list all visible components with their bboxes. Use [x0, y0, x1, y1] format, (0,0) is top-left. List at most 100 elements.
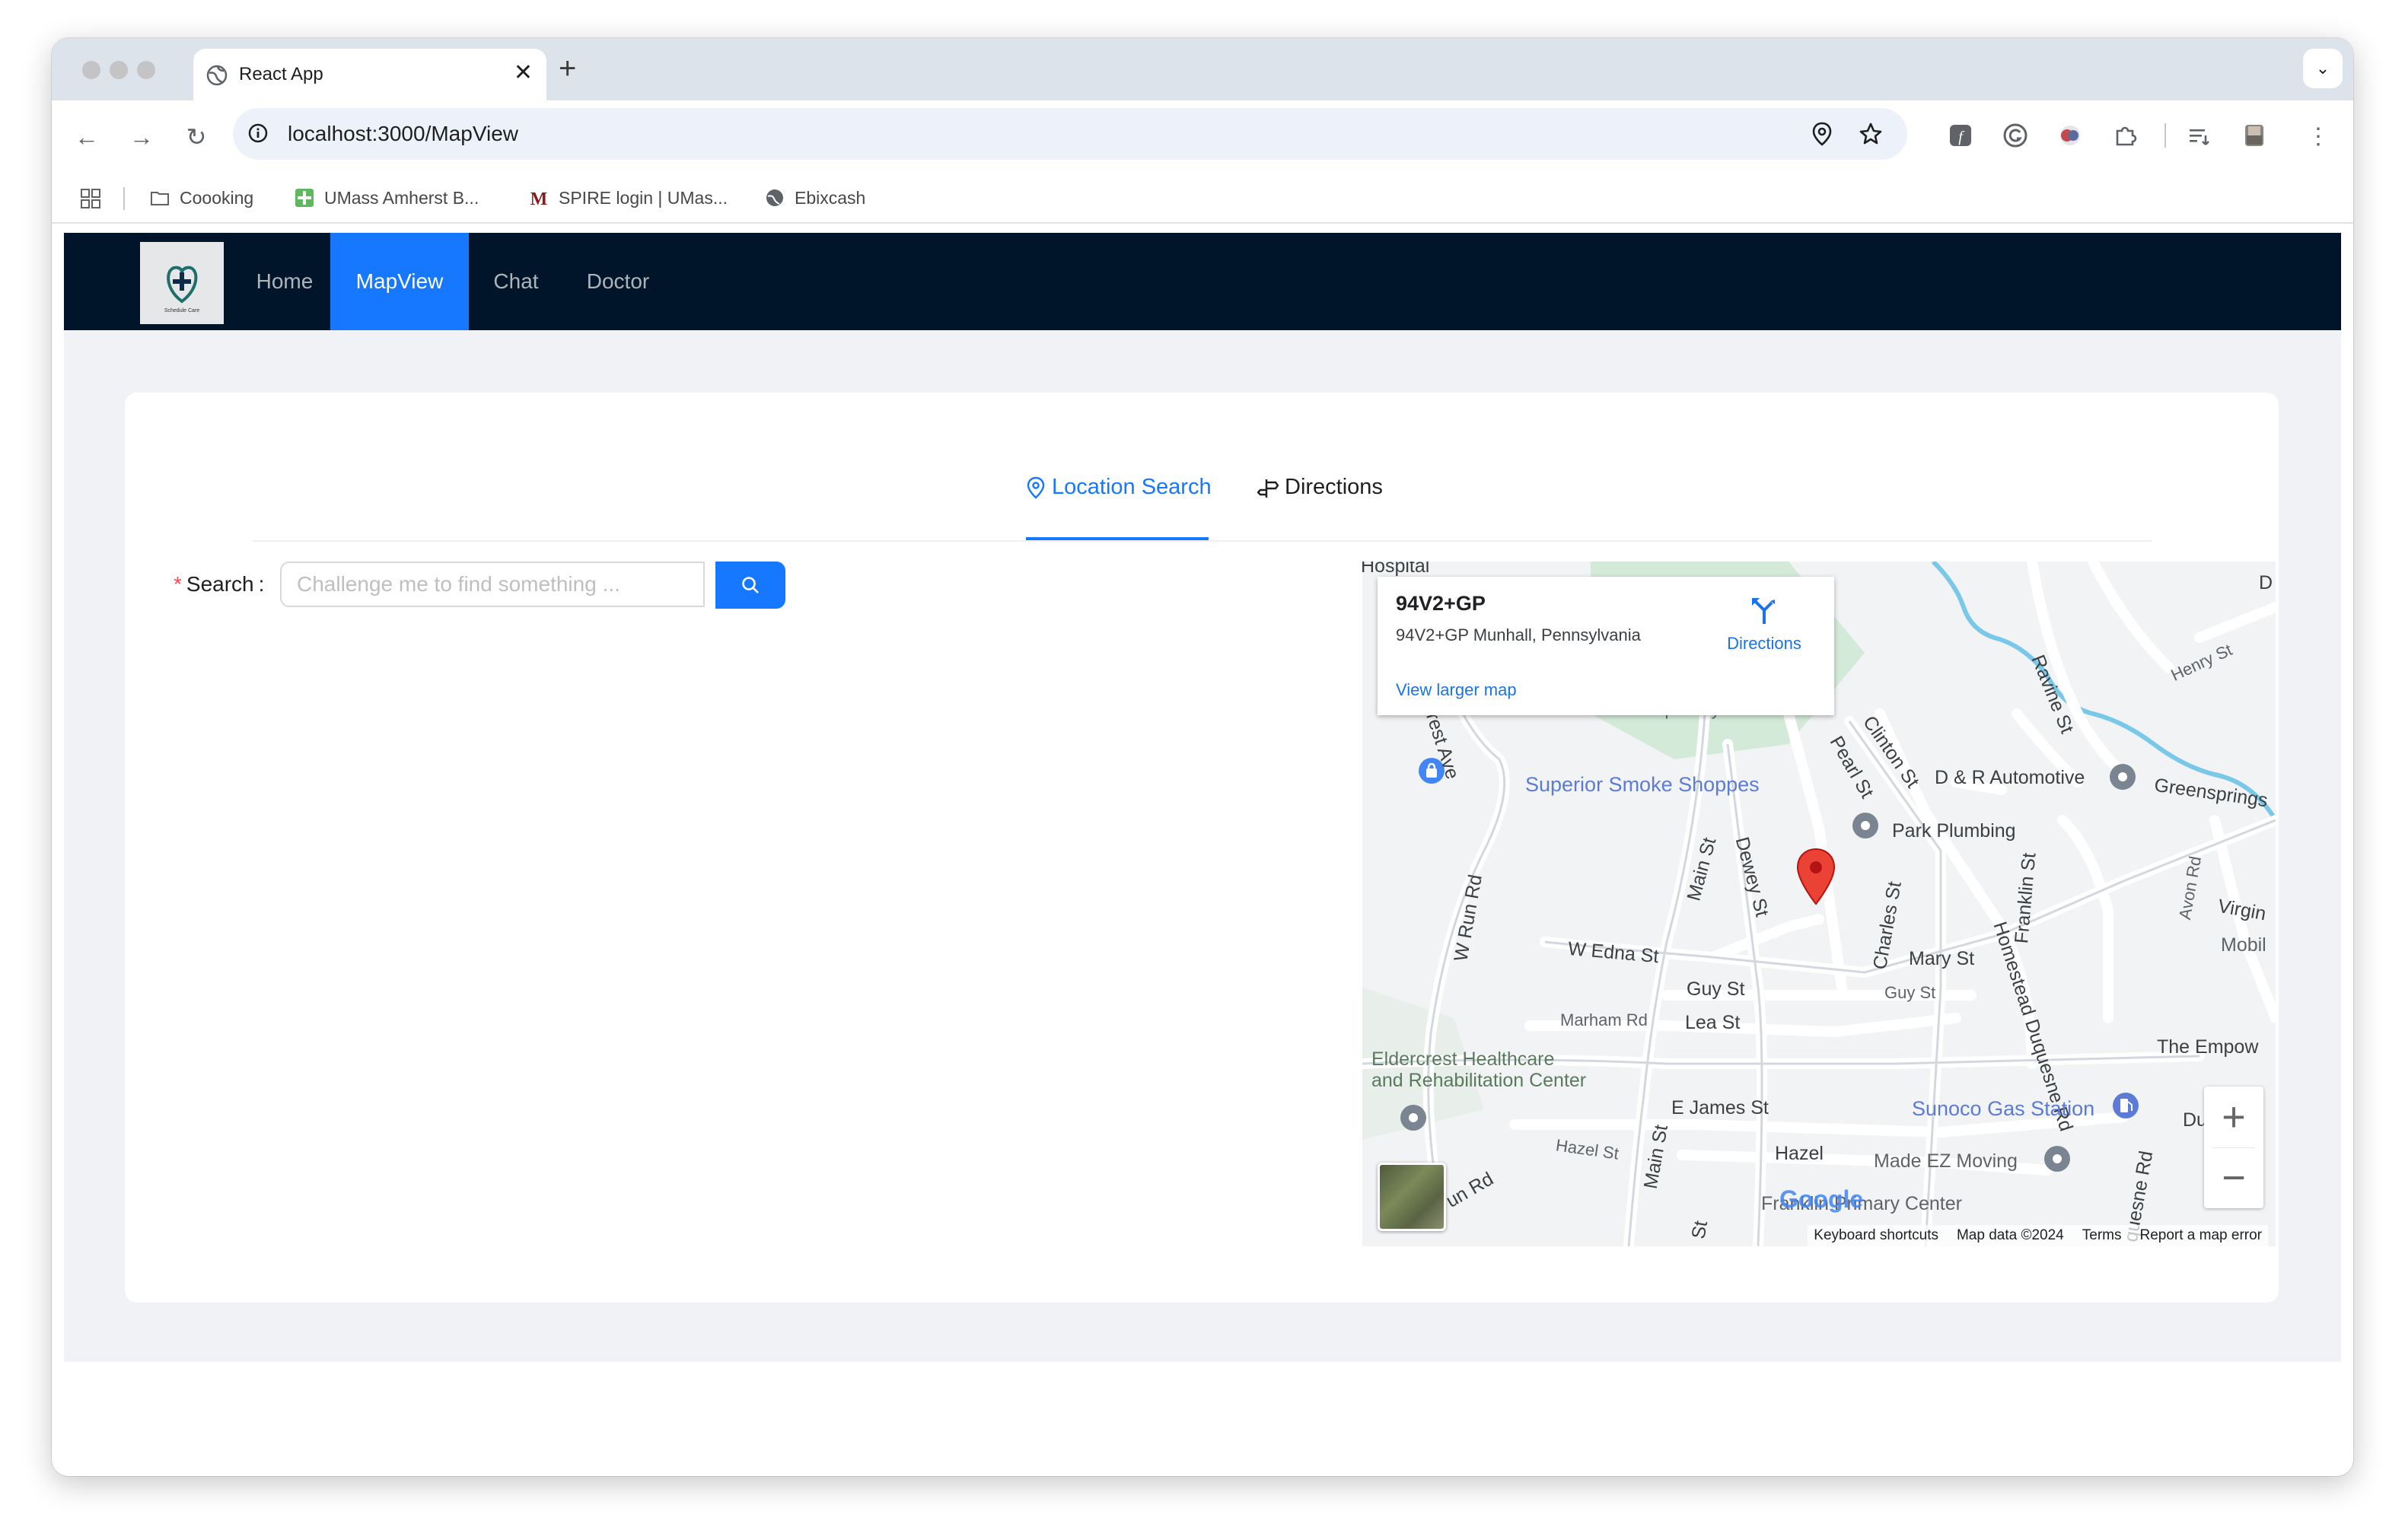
gas-station-poi-icon[interactable] — [2111, 1091, 2140, 1120]
search-button[interactable] — [715, 562, 785, 609]
place-poi-icon[interactable] — [1851, 811, 1880, 840]
extension-color-icon[interactable] — [2056, 122, 2084, 149]
signpost-icon — [1257, 479, 1279, 498]
bookmark-label: UMass Amherst B... — [324, 187, 479, 208]
map-label: Mary St — [1909, 948, 1975, 969]
browser-toolbar: ← → ↻ localhost:3000/MapView f ⋮ — [52, 100, 2353, 173]
more-menu-icon[interactable]: ⋮ — [2300, 119, 2337, 155]
map-label: Hazel — [1775, 1143, 1824, 1164]
map-label: Marham Rd — [1560, 1010, 1648, 1029]
reload-button[interactable]: ↻ — [178, 119, 215, 155]
nav-home[interactable]: Home — [231, 233, 338, 330]
search-label-colon: : — [258, 572, 265, 596]
map-label: Lea St — [1685, 1012, 1741, 1033]
map-label: Made EZ Moving — [1874, 1150, 2018, 1172]
google-map[interactable]: Hospital D Henry St Ravine St rest Ave C… — [1362, 562, 2276, 1246]
map-attribution: Keyboard shortcuts Map data ©2024 Terms … — [1808, 1225, 2268, 1246]
zoom-control: + − — [2204, 1087, 2263, 1208]
zoom-out-button[interactable]: − — [2204, 1147, 2263, 1208]
report-error-link[interactable]: Report a map error — [2139, 1227, 2262, 1244]
umass-m-icon: M — [530, 189, 548, 208]
zoom-in-button[interactable]: + — [2204, 1087, 2263, 1147]
bookmark-spire[interactable]: M SPIRE login | UMas... — [528, 187, 728, 209]
tab-directions[interactable]: Directions — [1257, 475, 1383, 500]
back-button[interactable]: ← — [68, 119, 105, 155]
map-label: Hospital — [1362, 562, 1430, 577]
minimize-window-button[interactable] — [110, 61, 128, 79]
browser-tab[interactable]: React App ✕ — [193, 49, 546, 102]
apps-grid-icon[interactable] — [79, 187, 102, 210]
map-label: The Empow — [2157, 1036, 2259, 1058]
bookmark-label: Ebixcash — [795, 187, 866, 208]
globe-icon — [206, 65, 228, 86]
globe-icon — [766, 189, 783, 206]
search-label-text: Search — [186, 572, 254, 596]
map-label: E James St — [1671, 1097, 1769, 1118]
bookmarks-divider — [123, 187, 125, 210]
info-directions-label: Directions — [1727, 634, 1801, 653]
forward-button[interactable]: → — [123, 119, 160, 155]
app-navbar: Schedule Care Home MapView Chat Doctor — [64, 233, 2341, 330]
heart-plus-logo-icon: Schedule Care — [164, 266, 199, 313]
bookmark-star-icon[interactable] — [1857, 120, 1884, 148]
map-label: D & R Automotive — [1935, 767, 2085, 788]
bookmarks-bar: Coooking UMass Amherst B... M SPIRE logi… — [52, 173, 2353, 224]
close-tab-icon[interactable]: ✕ — [514, 59, 533, 86]
map-info-window: 94V2+GP 94V2+GP Munhall, Pennsylvania Vi… — [1378, 577, 1834, 715]
tabs-divider — [253, 540, 2152, 542]
nav-doctor[interactable]: Doctor — [563, 233, 673, 330]
google-logo: Google — [1779, 1185, 1864, 1213]
view-larger-map-link[interactable]: View larger map — [1396, 680, 1517, 700]
app-logo[interactable]: Schedule Care — [140, 242, 224, 324]
keyboard-shortcuts-link[interactable]: Keyboard shortcuts — [1814, 1227, 1938, 1244]
toolbar-divider — [2164, 123, 2166, 148]
map-label: D — [2259, 572, 2273, 593]
new-tab-button[interactable]: + — [559, 53, 576, 84]
tab-location-search[interactable]: Location Search — [1026, 475, 1212, 500]
logo-text: Schedule Care — [164, 308, 199, 313]
active-tab-indicator — [1026, 537, 1209, 540]
terms-link[interactable]: Terms — [2082, 1227, 2122, 1244]
required-mark: * — [174, 572, 182, 596]
location-marker-icon[interactable] — [1795, 848, 1837, 905]
browser-window: React App ✕ + ⌄ ← → ↻ localhost:3000/Map… — [52, 38, 2353, 1476]
place-poi-icon[interactable] — [2043, 1144, 2072, 1173]
map-label: Eldercrest Healthcare — [1371, 1048, 1555, 1070]
reading-list-icon[interactable] — [2186, 122, 2213, 149]
tab-label: Directions — [1285, 475, 1383, 499]
map-label: Park Plumbing — [1892, 820, 2016, 842]
maximize-window-button[interactable] — [137, 61, 155, 79]
tab-title: React App — [239, 64, 323, 84]
map-label: Mobil — [2221, 934, 2266, 956]
content-card: Location Search Directions * Search: Cha… — [125, 393, 2279, 1303]
extension-f-icon[interactable]: f — [1947, 122, 1974, 149]
close-window-button[interactable] — [82, 61, 100, 79]
map-label: and Rehabilitation Center — [1371, 1070, 1587, 1091]
map-label: Guy St — [1687, 978, 1745, 1000]
search-icon — [742, 577, 759, 593]
nav-chat[interactable]: Chat — [469, 233, 563, 330]
bookmark-umass[interactable]: UMass Amherst B... — [294, 187, 479, 208]
bookmark-ebixcash[interactable]: Ebixcash — [764, 187, 865, 208]
site-info-icon[interactable] — [247, 122, 269, 145]
profile-avatar[interactable] — [2241, 122, 2268, 149]
tab-strip: React App ✕ + ⌄ — [52, 38, 2353, 102]
grammarly-icon[interactable] — [2002, 122, 2029, 149]
tab-search-button[interactable]: ⌄ — [2303, 49, 2343, 88]
address-bar[interactable]: localhost:3000/MapView — [233, 108, 1907, 160]
info-directions-button[interactable]: Directions — [1719, 595, 1810, 654]
search-input[interactable] — [280, 562, 705, 607]
place-poi-icon[interactable] — [1399, 1103, 1428, 1132]
bookmark-label: Coooking — [180, 187, 254, 208]
svg-text:M: M — [530, 189, 548, 208]
map-type-toggle[interactable] — [1378, 1163, 1446, 1231]
location-pin-icon — [1027, 476, 1045, 499]
map-label: Superior Smoke Shoppes — [1525, 773, 1760, 796]
tab-label: Location Search — [1052, 475, 1212, 499]
nav-mapview[interactable]: MapView — [330, 233, 469, 330]
bookmark-coooking[interactable]: Coooking — [149, 187, 253, 208]
location-pin-icon[interactable] — [1808, 120, 1836, 148]
map-label: St — [1687, 1219, 1712, 1241]
place-poi-icon[interactable] — [2108, 762, 2137, 791]
extensions-puzzle-icon[interactable] — [2111, 122, 2139, 149]
